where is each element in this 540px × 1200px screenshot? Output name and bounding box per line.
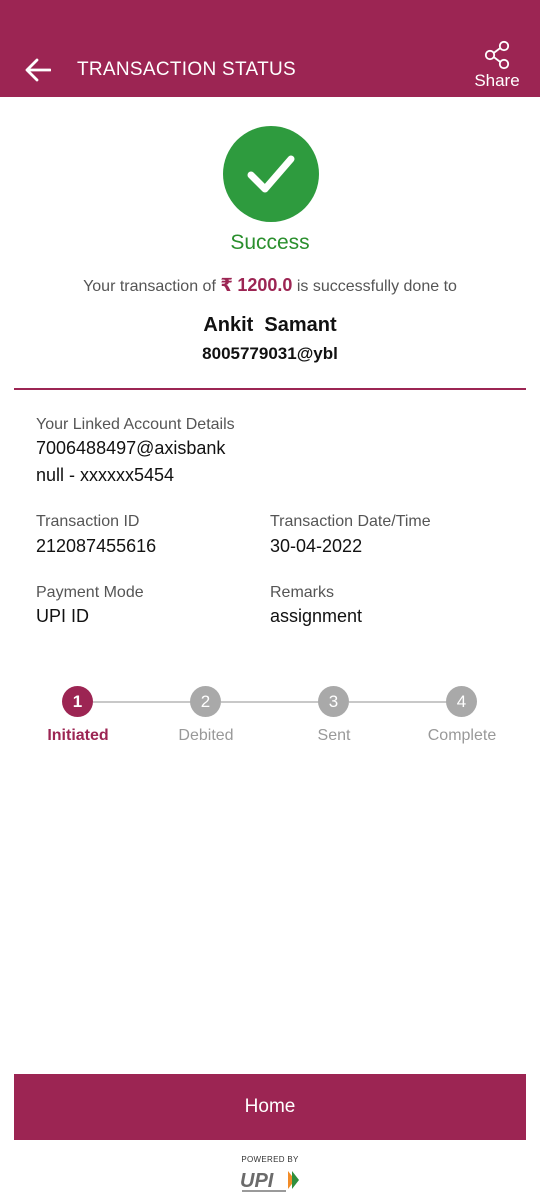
share-button[interactable]: Share (470, 40, 524, 92)
app-header: TRANSACTION STATUS Share (0, 0, 540, 97)
step-2-label: Debited (178, 727, 234, 744)
step-4-indicator: 4 (446, 686, 477, 717)
step-connector (93, 701, 191, 703)
transaction-id-value: 212087455616 (36, 536, 157, 556)
linked-account-vpa: 7006488497@axisbank (36, 438, 226, 458)
transaction-date-value: 30-04-2022 (270, 536, 363, 556)
remarks-label: Remarks (270, 584, 335, 601)
step-1-label: Initiated (47, 727, 109, 744)
page-title: TRANSACTION STATUS (77, 59, 296, 80)
transaction-amount: 1200.0 (237, 275, 293, 295)
transaction-date-label: Transaction Date/Time (270, 513, 431, 530)
upi-logo: UPI (240, 1170, 299, 1192)
step-connector (221, 701, 319, 703)
step-connector (349, 701, 447, 703)
payment-mode-value: UPI ID (36, 606, 90, 626)
success-check-icon (223, 126, 319, 222)
remarks-value: assignment (270, 606, 363, 626)
transaction-progress-stepper: 1 2 3 4 Initiated Debited Sent Complete (0, 683, 540, 753)
step-4-label: Complete (427, 727, 497, 744)
share-label: Share (474, 71, 520, 90)
transaction-summary: Your transaction of ₹ 1200.0 is successf… (0, 275, 540, 296)
home-button[interactable]: Home (14, 1074, 526, 1140)
upi-logo-text: UPI (240, 1170, 274, 1192)
back-button[interactable] (22, 54, 54, 86)
powered-by-text: POWERED BY (241, 1155, 299, 1164)
payment-mode-label: Payment Mode (36, 584, 144, 601)
step-3-label: Sent (317, 727, 351, 744)
currency-symbol: ₹ (220, 275, 233, 295)
transaction-id-label: Transaction ID (36, 513, 140, 530)
payee-name: Ankit Samant (203, 314, 337, 336)
arrow-left-icon (25, 58, 51, 82)
linked-account-number: null - xxxxxx5454 (36, 465, 175, 485)
payee-vpa: 8005779031@ybl (202, 344, 338, 363)
linked-account-label: Your Linked Account Details (36, 416, 235, 433)
step-3-indicator: 3 (318, 686, 349, 717)
summary-prefix: Your transaction of (83, 278, 221, 295)
summary-suffix: is successfully done to (292, 278, 457, 295)
step-1-indicator: 1 (62, 686, 93, 717)
step-2-indicator: 2 (190, 686, 221, 717)
share-icon (484, 40, 510, 70)
section-divider (14, 388, 526, 390)
status-text: Success (230, 231, 310, 254)
